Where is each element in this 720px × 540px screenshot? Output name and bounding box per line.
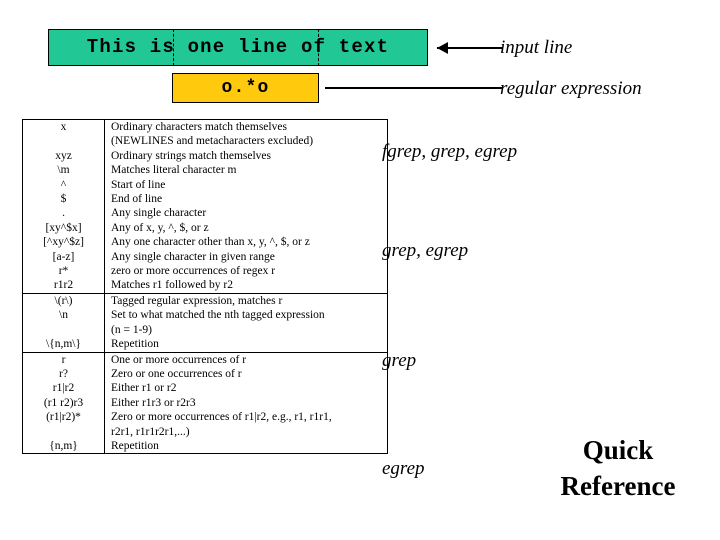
table-cell-pattern: ^	[23, 177, 105, 193]
command-label-grep: grep	[382, 350, 417, 371]
table-cell-description: Zero or one occurrences of r	[111, 367, 242, 380]
table-row: ^ Start of line	[23, 177, 387, 193]
table-cell-description: Any single character	[111, 207, 207, 220]
table-row: \n Set to what matched the nth tagged exp…	[23, 308, 387, 323]
regex-box: o.*o	[172, 73, 319, 103]
input-line-arrow-icon	[437, 42, 503, 54]
table-row: r1r2 Matches r1 followed by r2	[23, 278, 387, 293]
table-cell-description: Any single character in given range	[111, 250, 275, 263]
page-title: Quick Reference	[520, 432, 716, 504]
table-row: $ End of line	[23, 192, 387, 207]
table-cell-description: Zero or more occurrences of r1|r2, e.g.,…	[111, 411, 332, 424]
table-cell-pattern	[23, 322, 105, 338]
table-cell-pattern: (r1|r2)*	[23, 410, 105, 425]
table-row: r* zero or more occurrences of regex r	[23, 264, 387, 279]
table-row: (r1|r2)* Zero or more occurrences of r1|r…	[23, 410, 387, 425]
table-cell-pattern	[23, 424, 105, 439]
table-row: x Ordinary characters match themselves	[23, 120, 387, 135]
table-cell-pattern: \(r\)	[23, 293, 105, 309]
table-cell-description: Set to what matched the nth tagged expre…	[111, 309, 325, 322]
table-row: [xy^$x] Any of x, y, ^, $, or z	[23, 220, 387, 236]
table-cell-description: Start of line	[111, 178, 166, 191]
table-row: (r1 r2)r3 Either r1r3 or r2r3	[23, 395, 387, 411]
input-line-callout-label: input line	[500, 37, 573, 58]
table-cell-pattern: .	[23, 206, 105, 221]
table-row: \{n,m\} Repetition	[23, 337, 387, 352]
table-cell-description: (NEWLINES and metacharacters excluded)	[111, 135, 314, 148]
table-cell-description: One or more occurrences of r	[111, 353, 247, 366]
table-cell-description: Repetition	[111, 439, 159, 452]
table-cell-pattern: $	[23, 192, 105, 207]
table-row: (NEWLINES and metacharacters excluded)	[23, 134, 387, 149]
table-cell-pattern: r	[23, 352, 105, 367]
regex-callout-label: regular expression	[500, 78, 642, 99]
table-row: (n = 1-9)	[23, 322, 387, 338]
table-section: x Ordinary characters match themselves (NE…	[23, 120, 387, 294]
regex-demo-area: This is one line of text o.*o input line…	[0, 0, 720, 118]
regex-reference-table: x Ordinary characters match themselves (NE…	[22, 119, 388, 455]
input-line-box: This is one line of text	[48, 29, 428, 66]
table-cell-description: Any of x, y, ^, $, or z	[111, 221, 209, 234]
page-title-line-1: Quick	[582, 435, 654, 465]
table-cell-description: Either r1 or r2	[111, 382, 177, 395]
table-cell-description: Matches literal character m	[111, 164, 237, 177]
table-cell-pattern: r*	[23, 264, 105, 279]
regex-arrow-icon	[325, 82, 503, 94]
table-row: [^xy^$z] Any one character other than x, …	[23, 235, 387, 250]
table-cell-pattern: (r1 r2)r3	[23, 395, 105, 411]
table-row: [a-z] Any single character in given range	[23, 249, 387, 265]
table-cell-pattern: r1r2	[23, 278, 105, 293]
table-cell-pattern: r?	[23, 366, 105, 382]
table-cell-pattern: \m	[23, 163, 105, 178]
table-cell-pattern: {n,m}	[23, 438, 105, 454]
table-row: r1|r2 Either r1 or r2	[23, 381, 387, 396]
table-cell-pattern	[23, 134, 105, 149]
match-end-dashed-line	[318, 29, 319, 66]
table-row: \m Matches literal character m	[23, 163, 387, 178]
table-cell-description: zero or more occurrences of regex r	[111, 265, 276, 278]
page-title-line-2: Reference	[560, 471, 676, 501]
table-section: \(r\) Tagged regular expression, matches …	[23, 293, 387, 353]
regex-text: o.*o	[221, 78, 270, 98]
command-label-grep-egrep: grep, egrep	[382, 240, 469, 261]
table-cell-pattern: [^xy^$z]	[23, 235, 105, 250]
command-label-fgrep-grep-egrep: fgrep, grep, egrep	[382, 141, 518, 162]
table-row: r One or more occurrences of r	[23, 352, 387, 367]
table-cell-pattern: \{n,m\}	[23, 337, 105, 352]
table-cell-description: End of line	[111, 193, 163, 206]
table-cell-pattern: x	[23, 120, 105, 135]
match-start-dashed-line	[173, 29, 174, 66]
table-row: {n,m} Repetition	[23, 438, 387, 454]
table-cell-description: r2r1, r1r1r2r1,...)	[111, 425, 190, 438]
table-cell-pattern: xyz	[23, 148, 105, 164]
table-section: r One or more occurrences of r r? Zero or o…	[23, 352, 387, 454]
table-cell-description: Tagged regular expression, matches r	[111, 294, 283, 307]
table-cell-pattern: r1|r2	[23, 381, 105, 396]
table-cell-description: Matches r1 followed by r2	[111, 279, 233, 292]
table-cell-description: Either r1r3 or r2r3	[111, 396, 196, 409]
table-row: r? Zero or one occurrences of r	[23, 366, 387, 382]
table-row: \(r\) Tagged regular expression, matches …	[23, 293, 387, 309]
table-cell-description: Any one character other than x, y, ^, $,…	[111, 236, 310, 249]
table-cell-pattern: \n	[23, 308, 105, 323]
command-label-egrep: egrep	[382, 458, 425, 479]
table-cell-description: (n = 1-9)	[111, 323, 152, 336]
table-cell-description: Repetition	[111, 338, 159, 351]
table-row: r2r1, r1r1r2r1,...)	[23, 424, 387, 439]
table-row: xyz Ordinary strings match themselves	[23, 148, 387, 164]
table-cell-pattern: [a-z]	[23, 249, 105, 265]
input-line-text: This is one line of text	[86, 36, 390, 58]
table-cell-pattern: [xy^$x]	[23, 220, 105, 236]
table-cell-description: Ordinary characters match themselves	[111, 121, 287, 133]
table-row: . Any single character	[23, 206, 387, 221]
table-cell-description: Ordinary strings match themselves	[111, 149, 272, 162]
